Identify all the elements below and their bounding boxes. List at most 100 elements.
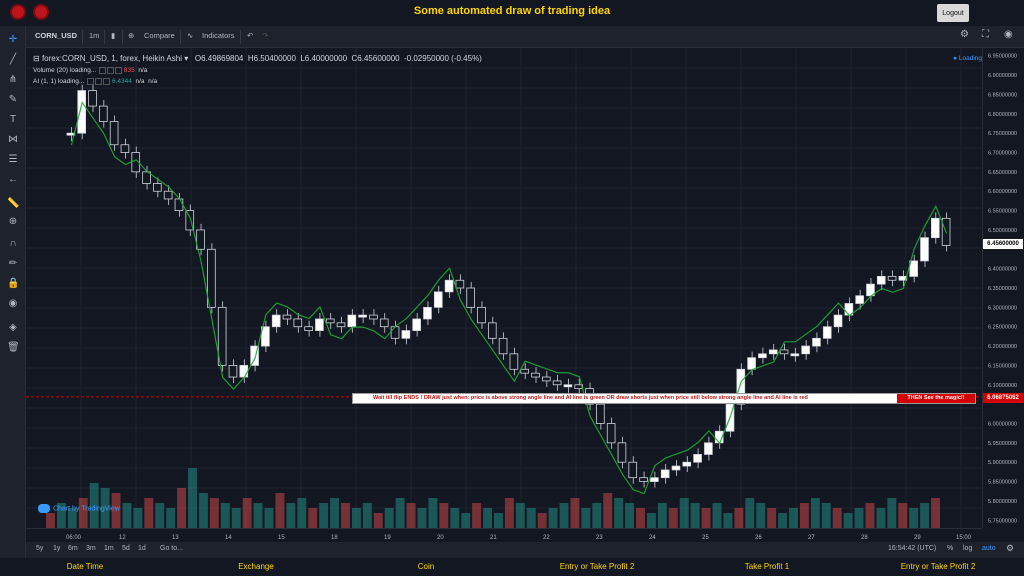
logout-button[interactable]: Logout: [937, 4, 969, 22]
interval-selector[interactable]: 1m: [89, 31, 99, 40]
candle: [109, 121, 119, 146]
main-legend: ⊟ forex:CORN_USD, 1, forex, Heikin Ashi …: [33, 54, 482, 63]
time-tick: 22: [543, 535, 550, 541]
chart-pane[interactable]: [26, 48, 982, 528]
zoom-in-icon[interactable]: ⊕: [7, 216, 19, 228]
crosshair-icon[interactable]: ✛: [7, 34, 19, 46]
indicators-icon[interactable]: ∿: [187, 31, 193, 40]
time-tick: 15: [278, 535, 285, 541]
time-tick: 20: [437, 535, 444, 541]
time-tick: 19: [384, 535, 391, 541]
candle: [358, 314, 367, 318]
candle: [628, 461, 638, 479]
eye-icon[interactable]: ◉: [7, 298, 19, 310]
volume-bar: [439, 503, 449, 528]
candle: [207, 248, 216, 308]
volume-bar: [417, 508, 427, 528]
back-arrow-icon[interactable]: ←: [7, 174, 19, 186]
range-1d[interactable]: 1d: [138, 545, 146, 552]
footer-entry-tp2-b: Entry or Take Profit 2: [900, 562, 976, 571]
log-toggle[interactable]: log: [963, 545, 972, 552]
candle: [77, 90, 87, 134]
volume-bar: [362, 503, 372, 528]
close-icon[interactable]: [115, 67, 123, 74]
clock: 16:54:42 (UTC): [888, 545, 937, 552]
compare-icon[interactable]: ⊕: [128, 31, 134, 40]
price-tick: 5.75000000: [988, 518, 1017, 524]
ai-legend-na: n/a: [135, 78, 145, 86]
trash-icon[interactable]: 🗑: [7, 342, 20, 354]
range-5y[interactable]: 5y: [36, 545, 43, 552]
range-1y[interactable]: 1y: [53, 545, 60, 552]
range-6m[interactable]: 6m: [68, 545, 78, 552]
candle: [790, 353, 800, 357]
volume-bar: [428, 498, 438, 528]
eye-icon[interactable]: [87, 78, 95, 85]
tradingview-watermark[interactable]: Chart by TradingView: [38, 504, 120, 513]
chart-canvas[interactable]: [26, 48, 982, 528]
candle: [304, 326, 313, 331]
trendline-icon[interactable]: ╱: [7, 54, 19, 66]
lock-icon[interactable]: 🔒: [7, 278, 19, 290]
time-axis[interactable]: 06:00 12 13 14 15 18 19 20 21 22 23 24 25 26 27 28 29 15:…: [26, 528, 982, 542]
layers-icon[interactable]: ◈: [7, 322, 19, 334]
candle: [487, 322, 497, 339]
settings-icon[interactable]: ⚙: [1006, 543, 1014, 554]
lock-drawings-icon[interactable]: ✏: [7, 258, 19, 270]
chart-type-icon[interactable]: ▮: [111, 31, 115, 40]
price-axis[interactable]: 6.95000000 6.90000000 6.85000000 6.80000000…: [982, 48, 1024, 528]
settings-icon[interactable]: [107, 67, 115, 74]
legend-open: O6.49869804: [194, 54, 244, 63]
screenshot-icon[interactable]: ◉: [1004, 29, 1013, 40]
volume-bar: [789, 508, 798, 528]
range-3m[interactable]: 3m: [86, 545, 96, 552]
brush-icon[interactable]: ✎: [7, 94, 19, 106]
price-tick: 6.60000000: [988, 189, 1017, 195]
indicators-button[interactable]: Indicators: [202, 31, 235, 40]
price-tick: 6.50000000: [988, 228, 1017, 234]
candle: [509, 353, 519, 370]
text-icon[interactable]: T: [7, 114, 19, 126]
volume-bar: [723, 513, 733, 528]
percent-toggle[interactable]: %: [947, 545, 953, 552]
legend-collapse-icon[interactable]: ⊟: [33, 54, 40, 63]
candle: [401, 330, 411, 339]
pattern-icon[interactable]: ⋈: [7, 134, 19, 146]
top-bar: Some automated draw of trading idea Logo…: [0, 0, 1024, 26]
volume-bar: [319, 503, 329, 528]
settings-icon[interactable]: [95, 78, 103, 85]
volume-bar: [821, 503, 831, 528]
undo-icon[interactable]: ↶: [247, 31, 253, 40]
range-1m[interactable]: 1m: [104, 545, 114, 552]
pitchfork-icon[interactable]: ⋔: [7, 74, 19, 86]
candle: [812, 337, 821, 347]
candle: [433, 291, 443, 308]
candle: [282, 314, 292, 320]
app-title: Some automated draw of trading idea: [413, 5, 611, 17]
volume-bar: [767, 508, 777, 528]
candle: [466, 287, 475, 308]
candle: [822, 326, 832, 339]
candle: [520, 368, 530, 374]
footer-exchange: Exchange: [238, 562, 274, 571]
compare-button[interactable]: Compare: [144, 31, 175, 40]
fibonacci-icon[interactable]: ☰: [7, 154, 19, 166]
price-tick: 5.95000000: [988, 441, 1017, 447]
eye-icon[interactable]: [99, 67, 107, 74]
volume-bar: [625, 503, 635, 528]
magnet-icon[interactable]: ∩: [7, 238, 19, 250]
goto-button[interactable]: Go to...: [160, 545, 183, 552]
fullscreen-icon[interactable]: ⛶: [982, 29, 989, 40]
close-icon[interactable]: [103, 78, 111, 85]
candle: [855, 295, 864, 304]
symbol-selector[interactable]: CORN_USD: [35, 31, 77, 40]
redo-icon[interactable]: ↷: [262, 31, 268, 40]
range-5d[interactable]: 5d: [122, 545, 130, 552]
candle: [423, 306, 432, 320]
ruler-icon[interactable]: 📏: [7, 198, 19, 210]
auto-toggle[interactable]: auto: [982, 545, 996, 552]
loading-indicator: ● Loading: [953, 55, 982, 62]
time-tick: 29: [914, 535, 921, 541]
volume-legend-na: n/a: [138, 67, 148, 75]
settings-icon[interactable]: ⚙: [960, 29, 969, 40]
